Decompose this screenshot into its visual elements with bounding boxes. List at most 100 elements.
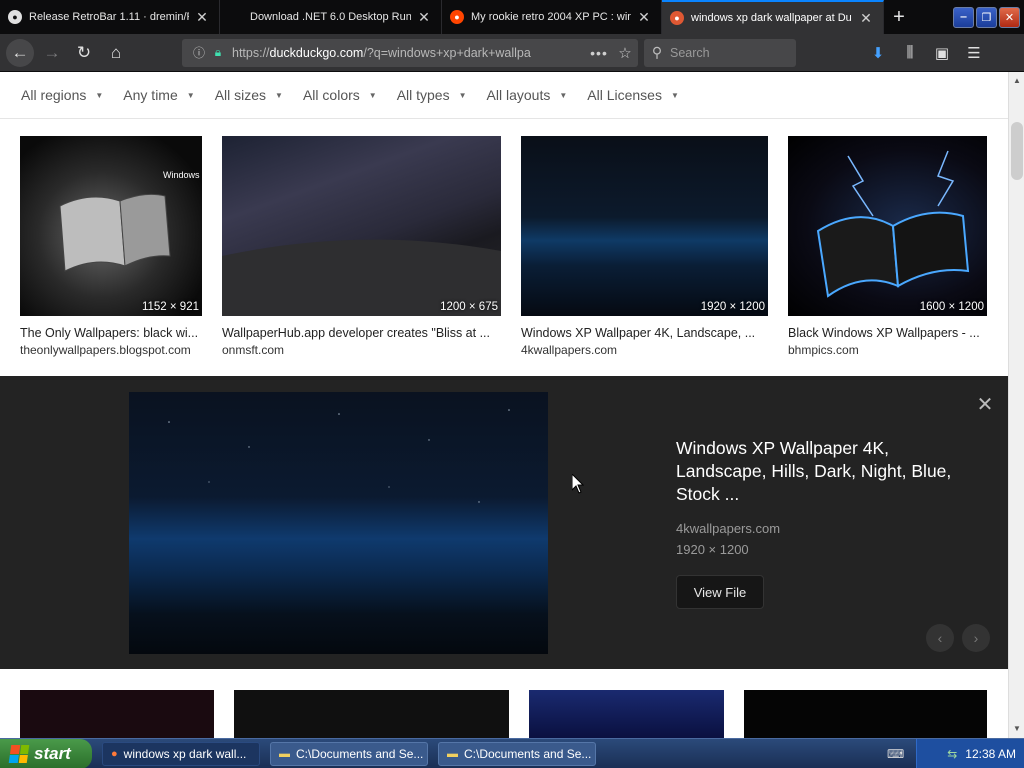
scroll-up-icon[interactable]: ▲ bbox=[1010, 74, 1024, 88]
taskbar-item-browser[interactable]: ● windows xp dark wall... bbox=[102, 741, 260, 766]
start-label: start bbox=[34, 743, 71, 763]
folder-icon: ▬ bbox=[279, 747, 290, 760]
back-button[interactable]: ← bbox=[6, 38, 34, 67]
result-thumbnail[interactable]: 1200 × 675 bbox=[222, 136, 501, 316]
image-result[interactable]: 1600 × 1200 Black Windows XP Wallpapers … bbox=[788, 136, 987, 357]
taskbar-item-folder[interactable]: ▬ C:\Documents and Se... bbox=[270, 741, 428, 766]
filter-regions[interactable]: All regions ▼ bbox=[21, 87, 103, 103]
tab-title: windows xp dark wallpaper at Du bbox=[691, 12, 852, 24]
forward-button[interactable]: → bbox=[38, 39, 66, 67]
result-source[interactable]: bhmpics.com bbox=[788, 343, 987, 357]
tab-title: My rookie retro 2004 XP PC : win bbox=[471, 11, 631, 23]
filter-time[interactable]: Any time ▼ bbox=[123, 87, 194, 103]
keyboard-icon[interactable]: ⌨ bbox=[887, 747, 904, 761]
tab-bar: ● Release RetroBar 1.11 · dremin/R ✕ Dow… bbox=[0, 0, 1024, 34]
image-dimensions: 1200 × 675 bbox=[440, 301, 498, 313]
bookmark-star-icon[interactable]: ☆ bbox=[612, 44, 638, 62]
tab-reddit[interactable]: ● My rookie retro 2004 XP PC : win ✕ bbox=[442, 0, 662, 34]
tab-duckduckgo[interactable]: ● windows xp dark wallpaper at Du ✕ bbox=[662, 0, 884, 34]
milky-way-image bbox=[222, 239, 501, 316]
filter-bar: All regions ▼ Any time ▼ All sizes ▼ All co… bbox=[0, 72, 1008, 119]
info-icon[interactable]: ⓘ bbox=[188, 44, 210, 61]
previous-image-icon[interactable]: ‹ bbox=[926, 624, 954, 652]
network-icon[interactable]: ⇆ bbox=[947, 747, 957, 761]
clock[interactable]: 12:38 AM bbox=[965, 747, 1016, 761]
result-thumbnail[interactable]: Windows 1152 × 921 bbox=[20, 136, 202, 316]
scroll-thumb[interactable] bbox=[1011, 122, 1023, 180]
caret-down-icon: ▼ bbox=[95, 90, 104, 100]
scroll-down-icon[interactable]: ▼ bbox=[1010, 722, 1024, 736]
tab-retrobar[interactable]: ● Release RetroBar 1.11 · dremin/R ✕ bbox=[0, 0, 220, 34]
image-dimensions: 1152 × 921 bbox=[141, 301, 199, 313]
detail-source[interactable]: 4kwallpapers.com bbox=[676, 521, 780, 536]
close-tab-icon[interactable]: ✕ bbox=[857, 10, 875, 27]
result-title[interactable]: Windows XP Wallpaper 4K, Landscape, ... bbox=[521, 326, 768, 340]
caret-down-icon: ▼ bbox=[458, 90, 467, 100]
lightning-windows-logo-image bbox=[816, 150, 970, 298]
page-scrollbar[interactable]: ▲ ▼ bbox=[1008, 72, 1024, 738]
minimize-button[interactable]: ‒ bbox=[953, 6, 974, 28]
result-title[interactable]: The Only Wallpapers: black wi... bbox=[20, 326, 202, 340]
github-icon: ● bbox=[8, 10, 22, 24]
start-button[interactable]: start bbox=[0, 738, 92, 768]
windows-logo-image: Windows bbox=[59, 170, 200, 272]
url-text[interactable]: https://duckduckgo.com/?q=windows+xp+dar… bbox=[232, 46, 586, 60]
close-tab-icon[interactable]: ✕ bbox=[635, 9, 653, 26]
tab-title: Download .NET 6.0 Desktop Runti bbox=[250, 11, 411, 23]
caret-down-icon: ▼ bbox=[368, 90, 377, 100]
search-bar[interactable]: ⚲ bbox=[644, 38, 796, 67]
restore-button[interactable]: ❐ bbox=[976, 6, 997, 28]
filter-types[interactable]: All types ▼ bbox=[397, 87, 467, 103]
image-result[interactable]: Windows 1152 × 921 The Only Wallpapers: … bbox=[20, 136, 202, 357]
system-tray: ⌨ ⇆ 12:38 AM bbox=[887, 738, 1024, 768]
close-tab-icon[interactable]: ✕ bbox=[193, 9, 211, 26]
reload-button[interactable]: ↻ bbox=[70, 39, 98, 67]
result-source[interactable]: theonlywallpapers.blogspot.com bbox=[20, 343, 202, 357]
image-result[interactable] bbox=[234, 690, 509, 738]
search-icon: ⚲ bbox=[651, 44, 663, 60]
image-result[interactable]: 1920 × 1200 Windows XP Wallpaper 4K, Lan… bbox=[521, 136, 768, 357]
caret-down-icon: ▼ bbox=[670, 90, 679, 100]
close-detail-icon[interactable]: ✕ bbox=[974, 394, 996, 416]
image-result[interactable] bbox=[20, 690, 214, 738]
detail-title: Windows XP Wallpaper 4K, Landscape, Hill… bbox=[676, 438, 952, 504]
result-thumbnail[interactable]: 1920 × 1200 bbox=[521, 136, 768, 316]
close-window-button[interactable]: ✕ bbox=[999, 6, 1020, 28]
result-source[interactable]: 4kwallpapers.com bbox=[521, 343, 768, 357]
sidebar-icon[interactable]: ▣ bbox=[926, 39, 958, 67]
svg-text:Windows: Windows bbox=[163, 170, 200, 180]
address-bar[interactable]: ⓘ 🔒︎ https://duckduckgo.com/?q=windows+x… bbox=[182, 38, 638, 67]
navigation-bar: ← → ↻ ⌂ ⓘ 🔒︎ https://duckduckgo.com/?q=w… bbox=[0, 34, 1024, 72]
result-source[interactable]: onmsft.com bbox=[222, 343, 501, 357]
view-file-button[interactable]: View File bbox=[676, 575, 764, 609]
image-result[interactable] bbox=[744, 690, 987, 738]
library-icon[interactable]: ⫼ bbox=[894, 39, 926, 67]
close-tab-icon[interactable]: ✕ bbox=[415, 9, 433, 26]
filter-sizes[interactable]: All sizes ▼ bbox=[215, 87, 283, 103]
result-title[interactable]: Black Windows XP Wallpapers - ... bbox=[788, 326, 987, 340]
result-title[interactable]: WallpaperHub.app developer creates "Blis… bbox=[222, 326, 501, 340]
taskbar: start ● windows xp dark wall... ▬ C:\Doc… bbox=[0, 738, 1024, 768]
mouse-cursor-icon bbox=[572, 474, 584, 494]
image-result[interactable]: 1200 × 675 WallpaperHub.app developer cr… bbox=[222, 136, 501, 357]
search-input[interactable] bbox=[670, 45, 780, 60]
filter-colors[interactable]: All colors ▼ bbox=[303, 87, 377, 103]
new-tab-button[interactable]: + bbox=[884, 0, 914, 34]
firefox-icon: ● bbox=[111, 747, 118, 760]
home-button[interactable]: ⌂ bbox=[102, 39, 130, 67]
filter-layouts[interactable]: All layouts ▼ bbox=[487, 87, 568, 103]
caret-down-icon: ▼ bbox=[559, 90, 568, 100]
page-actions-icon[interactable]: ••• bbox=[586, 45, 612, 61]
filter-licenses[interactable]: All Licenses ▼ bbox=[587, 87, 679, 103]
detail-dimensions: 1920 × 1200 bbox=[676, 542, 749, 557]
next-image-icon[interactable]: › bbox=[962, 624, 990, 652]
taskbar-item-folder[interactable]: ▬ C:\Documents and Se... bbox=[438, 741, 596, 766]
result-thumbnail[interactable]: 1600 × 1200 bbox=[788, 136, 987, 316]
detail-image[interactable] bbox=[129, 392, 548, 654]
tab-dotnet[interactable]: Download .NET 6.0 Desktop Runti ✕ bbox=[220, 0, 442, 34]
download-icon[interactable]: ⬇ bbox=[862, 39, 894, 67]
menu-icon[interactable]: ☰ bbox=[958, 39, 990, 67]
image-detail-panel: ✕ Windows XP Wallpaper 4K, Landscape, Hi… bbox=[0, 376, 1008, 669]
image-result[interactable] bbox=[529, 690, 724, 738]
caret-down-icon: ▼ bbox=[275, 90, 283, 100]
